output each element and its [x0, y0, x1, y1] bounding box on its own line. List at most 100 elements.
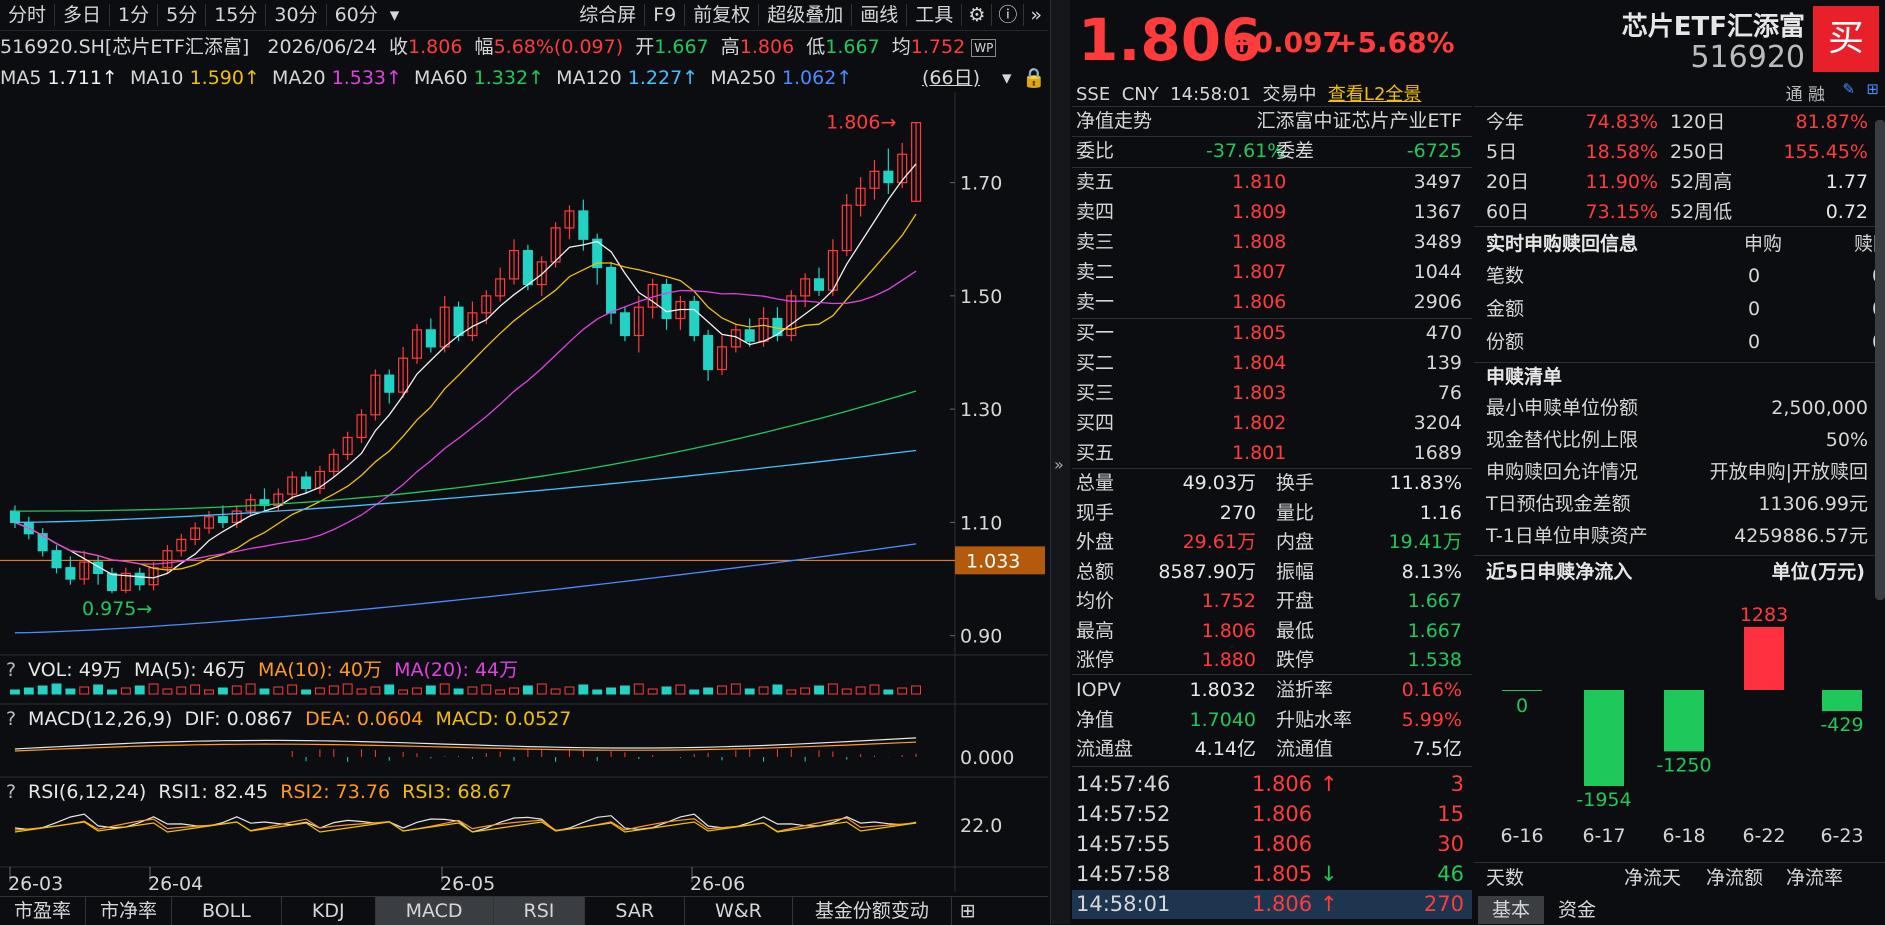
tab-5min[interactable]: 5分 [158, 0, 205, 31]
scrollbar[interactable] [1875, 120, 1885, 600]
days-selector[interactable]: (66日) [922, 64, 980, 92]
tab-kdj[interactable]: KDJ [282, 897, 376, 925]
vol-help-icon[interactable]: ? [0, 657, 22, 683]
rsi-help-icon[interactable]: ? [0, 779, 22, 805]
flow-bar [1822, 690, 1862, 712]
sub-row-value: 0 [1748, 265, 1761, 287]
tab-30min[interactable]: 30分 [266, 0, 325, 31]
max-price-label: 1.806→ [826, 112, 896, 134]
gear-icon[interactable]: ⚙ [962, 0, 991, 31]
tick-direction-icon: ↑ [1320, 772, 1338, 796]
edit-icon[interactable]: ✎ [1842, 80, 1855, 98]
list-row: T日预估现金差额 11306.99元 [1486, 490, 1876, 519]
adjust-button[interactable]: 前复权 [685, 0, 758, 31]
tick-row: 14:57:46 1.806 ↑ 3 [1072, 770, 1472, 799]
bid-row[interactable]: 买四 1.802 3204 [1076, 409, 1468, 438]
fund-info-panel: 芯片ETF汇添富 516920 买 通 融 ✎ ⊞ 今年 74.83% 120日 81… [1474, 0, 1885, 924]
macd-dea: DEA: 0.0604 [305, 708, 424, 730]
days-dropdown-icon[interactable]: ▾ [1002, 64, 1012, 92]
bid-row[interactable]: 买二 1.804 139 [1076, 349, 1468, 378]
tab-pe[interactable]: 市盈率 [0, 897, 87, 925]
fund-stat-value: 0.16% [1401, 679, 1462, 701]
lock-icon[interactable]: 🔒 [1022, 64, 1046, 92]
perf-label: 120日 [1670, 111, 1726, 133]
ma250-label: MA250 [710, 67, 776, 89]
expand-icon[interactable]: » [1054, 455, 1064, 474]
rsi2-value: RSI2: 73.76 [280, 781, 391, 803]
bid-volume: 1689 [1413, 442, 1462, 464]
add-icon[interactable]: ⊞ [1866, 80, 1879, 98]
f9-button[interactable]: F9 [645, 0, 684, 31]
volume-bar [245, 683, 256, 695]
tab-60min[interactable]: 60分 [327, 0, 386, 31]
bid-row[interactable]: 买一 1.805 470 [1076, 319, 1468, 348]
tick-volume: 46 [1437, 862, 1464, 886]
tab-boll[interactable]: BOLL [172, 897, 282, 925]
ask-row[interactable]: 卖三 1.808 3489 [1076, 228, 1468, 257]
period-dropdown-icon[interactable]: ▾ [386, 0, 404, 31]
panel-divider[interactable]: » [1050, 0, 1070, 924]
current-price-label: 1.033 [966, 550, 1020, 572]
ma120-label: MA120 [556, 67, 622, 89]
help-icon[interactable]: ⓘ [992, 0, 1023, 31]
tab-15min[interactable]: 15分 [206, 0, 265, 31]
composite-screen-button[interactable]: 综合屏 [571, 0, 644, 31]
stat-value: 29.61万 [1182, 531, 1256, 553]
stat-label: 涨停 [1076, 649, 1115, 671]
overlay-button[interactable]: 超级叠加 [759, 0, 851, 31]
volume-bar [259, 688, 270, 695]
candle-body [689, 300, 700, 337]
macd-value: MACD: 0.0527 [435, 708, 572, 730]
rsi-legend: ? RSI(6,12,24) RSI1: 82.45 RSI2: 73.76 R… [0, 779, 512, 805]
ask-price: 1.806 [1232, 291, 1287, 313]
tab-1min[interactable]: 1分 [110, 0, 157, 31]
ask-row[interactable]: 卖一 1.806 2906 [1076, 288, 1468, 317]
ask-price: 1.809 [1232, 201, 1287, 223]
tab-intraday[interactable]: 分时 [0, 0, 54, 31]
volume-bar [661, 686, 672, 695]
vol-ma5: MA(5): 46万 [133, 659, 246, 681]
macd-label: MACD(12,26,9) [28, 708, 173, 730]
draw-line-button[interactable]: 画线 [852, 0, 906, 31]
ask-row[interactable]: 卖五 1.810 3497 [1076, 168, 1468, 197]
tab-fund-share[interactable]: 基金份额变动 [793, 897, 952, 925]
tab-pb[interactable]: 市净率 [86, 897, 173, 925]
tools-button[interactable]: 工具 [907, 0, 961, 31]
stat-value: 1.667 [1407, 590, 1462, 612]
bid-row[interactable]: 买五 1.801 1689 [1076, 439, 1468, 468]
candle-body [384, 374, 395, 393]
volume-bar [342, 683, 353, 695]
wp-icon[interactable]: WP [971, 38, 997, 57]
tab-wr[interactable]: W&R [685, 897, 793, 925]
ask-row[interactable]: 卖二 1.807 1044 [1076, 258, 1468, 287]
l2-link[interactable]: 查看L2全景 [1328, 84, 1421, 105]
ask-row[interactable]: 卖四 1.809 1367 [1076, 198, 1468, 227]
volume-bar [911, 685, 922, 695]
tab-multiday[interactable]: 多日 [55, 0, 109, 31]
bid-row[interactable]: 买三 1.803 76 [1076, 379, 1468, 408]
perf-label: 60日 [1486, 201, 1530, 223]
ma60-line [14, 390, 917, 512]
volume-bar [578, 684, 589, 695]
ma10-value: 1.590↑ [189, 67, 260, 89]
volume-bar [384, 684, 395, 695]
volume-bar [564, 686, 575, 695]
nav-trend-row[interactable]: 净值走势 汇添富中证芯片产业ETF [1076, 107, 1468, 136]
tab-funds[interactable]: 资金 [1544, 896, 1610, 924]
flow-bar-label: -429 [1820, 714, 1863, 736]
buy-button[interactable]: 买 [1813, 6, 1879, 72]
collapse-icon[interactable]: » [1024, 0, 1048, 31]
ask-level-label: 卖五 [1076, 171, 1115, 193]
add-tab-icon[interactable]: ⊞ [952, 897, 984, 925]
kline-chart[interactable]: 1.70 1.50 1.30 1.10 0.90 1.033 1.806→ 0.975→ 26-… [0, 92, 1048, 892]
volume-bar [148, 683, 159, 695]
volume-bar [204, 689, 214, 695]
tab-sar[interactable]: SAR [585, 897, 686, 925]
volume-bar [522, 685, 533, 695]
tick-direction-icon: ↑ [1320, 892, 1338, 916]
macd-help-icon[interactable]: ? [0, 706, 22, 732]
price-change: +0.097 [1230, 26, 1343, 59]
tab-rsi[interactable]: RSI [493, 897, 586, 925]
tab-basic[interactable]: 基本 [1478, 896, 1545, 924]
tab-macd[interactable]: MACD [375, 897, 494, 925]
